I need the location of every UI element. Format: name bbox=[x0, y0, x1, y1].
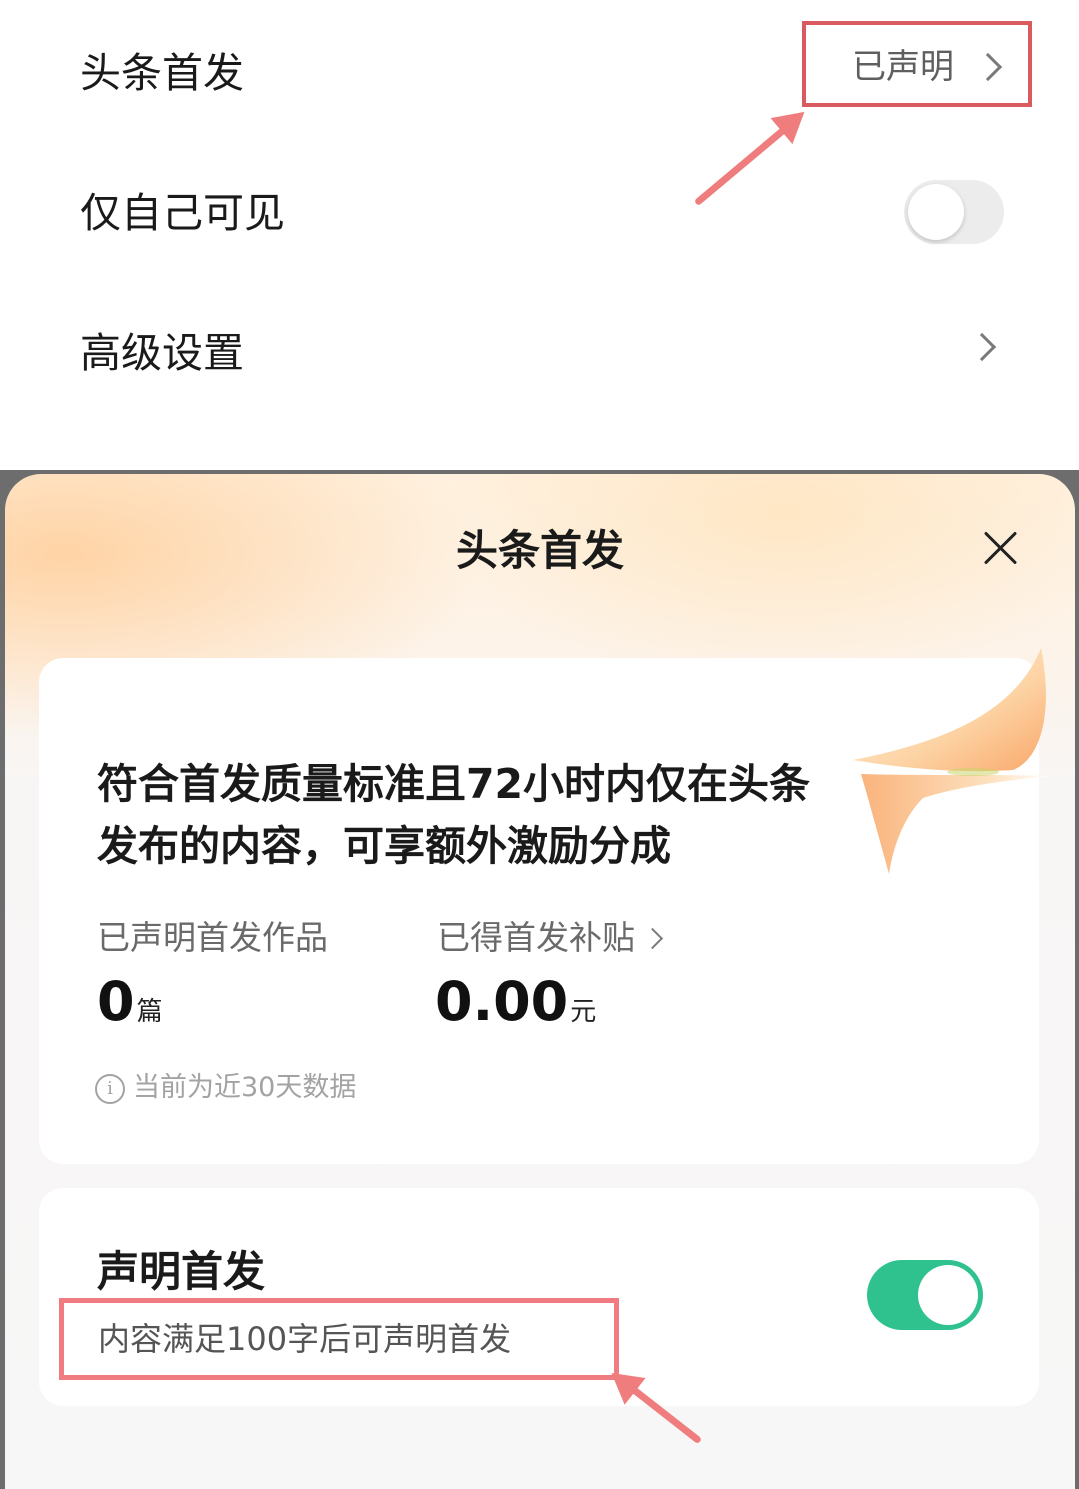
declared-works-number: 0 bbox=[97, 970, 135, 1033]
subsidy-value: 0.00元 bbox=[435, 970, 596, 1044]
info-icon: i bbox=[95, 1074, 125, 1104]
subsidy-number: 0.00 bbox=[435, 970, 569, 1033]
sheet-title: 头条首发 bbox=[455, 526, 624, 575]
declared-works-label: 已声明首发作品 bbox=[97, 918, 328, 957]
subsidy-unit: 元 bbox=[570, 997, 597, 1027]
close-icon[interactable] bbox=[981, 528, 1021, 568]
declared-status-text: 已声明 bbox=[852, 47, 954, 87]
toggle-knob bbox=[918, 1265, 978, 1325]
declared-works-value: 0篇 bbox=[97, 970, 163, 1044]
subsidy-link[interactable]: 已得首发补贴 bbox=[437, 918, 664, 958]
incentive-headline: 符合首发质量标准且72小时内仅在头条发布的内容，可享额外激励分成 bbox=[97, 760, 811, 870]
incentive-card: 符合首发质量标准且72小时内仅在头条发布的内容，可享额外激励分成 已声明首发作品… bbox=[39, 648, 1053, 1164]
declared-works-unit: 篇 bbox=[136, 997, 163, 1027]
declare-description: 内容满足100字后可声明首发 bbox=[98, 1320, 512, 1358]
private-toggle[interactable] bbox=[904, 180, 1004, 244]
subsidy-label: 已得首发补贴 bbox=[437, 918, 635, 957]
chevron-right-icon bbox=[641, 927, 664, 950]
first-publish-row[interactable]: 头条首发 已声明 bbox=[0, 0, 1079, 140]
chevron-right-icon bbox=[973, 52, 1003, 82]
settings-list: 头条首发 已声明 仅自己可见 高级设置 bbox=[0, 0, 1079, 470]
advanced-settings-label: 高级设置 bbox=[80, 329, 244, 377]
declared-status-button[interactable]: 已声明 bbox=[802, 21, 1032, 107]
toggle-knob bbox=[908, 184, 964, 240]
first-publish-label: 头条首发 bbox=[80, 49, 244, 97]
declare-title: 声明首发 bbox=[97, 1247, 266, 1296]
data-range-note: 当前为近30天数据 bbox=[133, 1072, 357, 1103]
ribbon-decoration-icon bbox=[853, 648, 1053, 874]
chevron-right-icon bbox=[967, 332, 997, 362]
declare-toggle[interactable] bbox=[867, 1260, 983, 1330]
declare-description-highlight: 内容满足100字后可声明首发 bbox=[59, 1298, 619, 1380]
advanced-settings-row[interactable]: 高级设置 bbox=[0, 280, 1079, 420]
declare-card: 声明首发 内容满足100字后可声明首发 bbox=[39, 1188, 1039, 1406]
private-row: 仅自己可见 bbox=[0, 140, 1079, 280]
private-label: 仅自己可见 bbox=[80, 189, 285, 237]
first-publish-sheet: 头条首发 符合首发质量标准且72小时内仅在头条发布的内容，可享额外激励分成 已声… bbox=[5, 474, 1075, 1489]
